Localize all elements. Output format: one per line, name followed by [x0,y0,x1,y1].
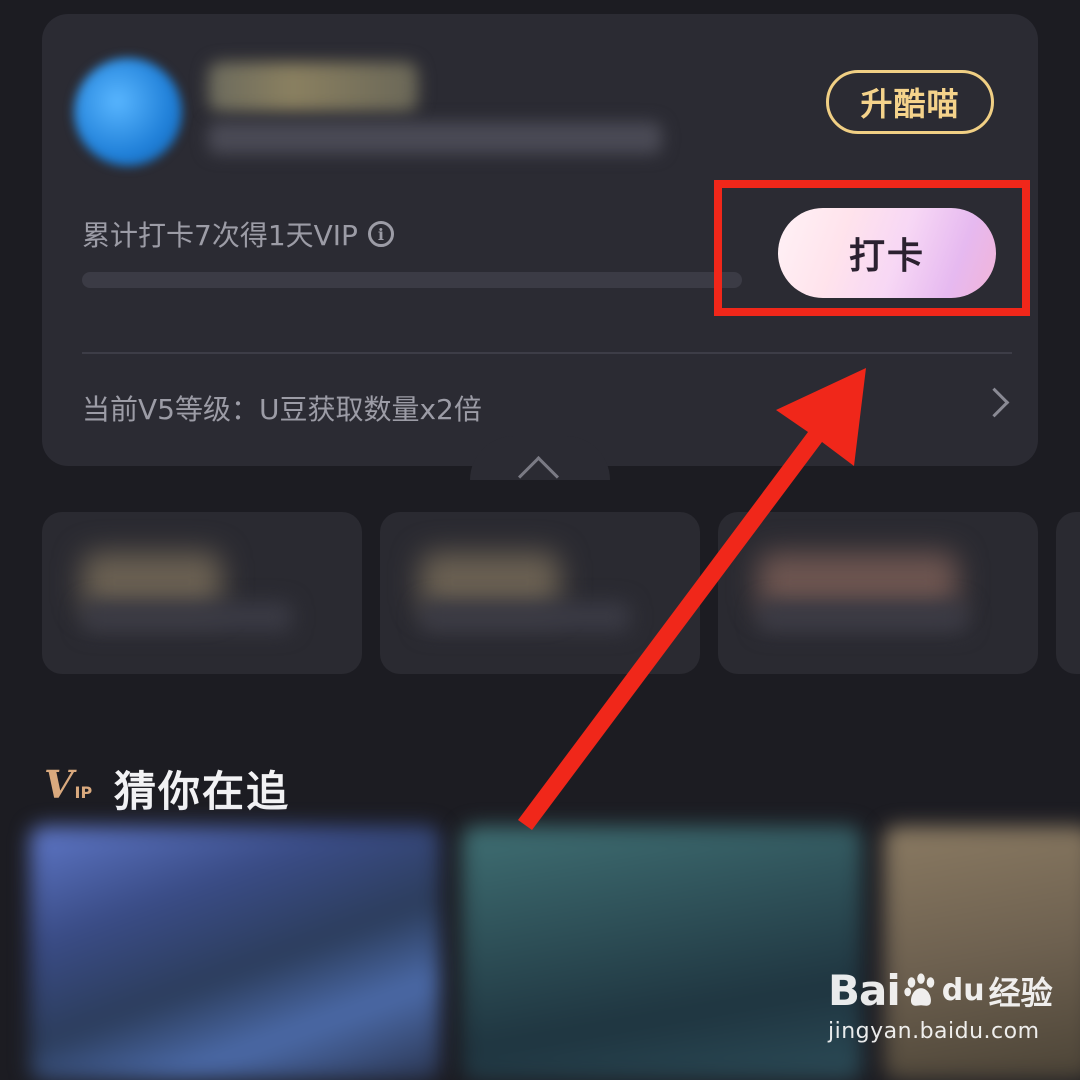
vip-badge-ip: IP [74,783,93,802]
vip-badge-v: V [44,762,74,807]
annotation-highlight-box [714,180,1030,316]
baidu-jingyan-watermark: Bai du 经验 jingyan.baidu.com [828,966,1068,1062]
blurred-content [82,602,292,632]
checkin-info: 累计打卡7次得1天VIP i [82,214,394,254]
vip-icon: V IP [44,764,96,804]
watermark-brand: Bai [828,966,901,1015]
checkin-progress-bar [82,272,742,288]
watermark-product: 经验 [988,973,1053,1012]
page: 升酷喵 累计打卡7次得1天VIP i 打卡 当前V5等级：U豆获取数量x2倍 V… [0,0,1080,1080]
checkin-info-label: 累计打卡7次得1天VIP [82,219,358,252]
section-title: 猜你在追 [114,767,291,816]
watermark-brand-row: Bai du 经验 [828,966,1068,1015]
divider [82,352,1012,354]
watermark-brand-du: du [941,973,985,1008]
info-icon[interactable]: i [367,221,394,247]
poster-item[interactable] [30,826,440,1080]
chevron-right-icon[interactable] [979,387,1010,418]
benefit-card[interactable] [380,512,700,674]
benefit-card[interactable] [718,512,1038,674]
blurred-content [758,602,968,632]
username-blurred [208,62,418,112]
blurred-content [420,602,630,632]
baidu-paw-icon [904,972,935,1006]
level-benefit-text[interactable]: 当前V5等级：U豆获取数量x2倍 [82,388,482,428]
poster-item[interactable] [462,826,862,1080]
avatar[interactable] [74,58,182,166]
upgrade-button[interactable]: 升酷喵 [826,70,994,134]
benefit-card[interactable] [1056,512,1080,674]
user-subtitle-blurred [208,122,662,154]
benefit-card[interactable] [42,512,362,674]
watermark-url: jingyan.baidu.com [828,1019,1040,1044]
